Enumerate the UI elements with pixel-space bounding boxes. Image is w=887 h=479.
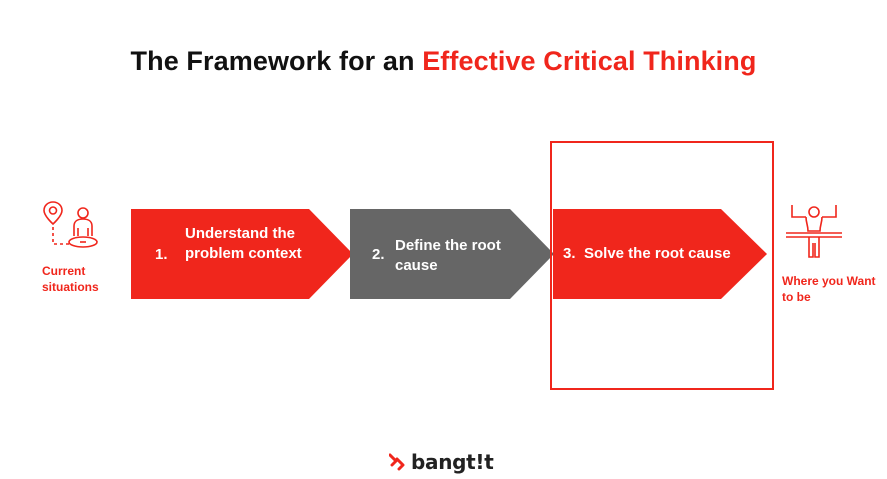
- person-celebrating-finish-icon: [784, 203, 844, 261]
- step-3-highlight-frame: [550, 141, 774, 390]
- step-2-arrow: 2. Define the root cause: [350, 209, 554, 299]
- title-accent: Effective Critical Thinking: [422, 46, 757, 76]
- end-label: Where you Want to be: [782, 274, 876, 304]
- step-2-label: Define the root cause: [395, 237, 501, 274]
- page-title: The Framework for an Effective Critical …: [0, 46, 887, 77]
- step-1-label: Understand the problem context: [185, 225, 302, 262]
- step-1-arrow: 1. Understand the problem context: [131, 209, 353, 299]
- start-label: Current situations: [42, 264, 99, 294]
- brand-logo: bangt!t: [389, 450, 494, 474]
- bangkit-chevrons-icon: [389, 453, 405, 471]
- step-2-number: 2.: [372, 246, 385, 263]
- title-lead: The Framework for an: [130, 46, 415, 76]
- step-1-number: 1.: [155, 246, 168, 263]
- person-location-pin-icon: [40, 200, 100, 252]
- brand-name: bangt!t: [411, 450, 494, 474]
